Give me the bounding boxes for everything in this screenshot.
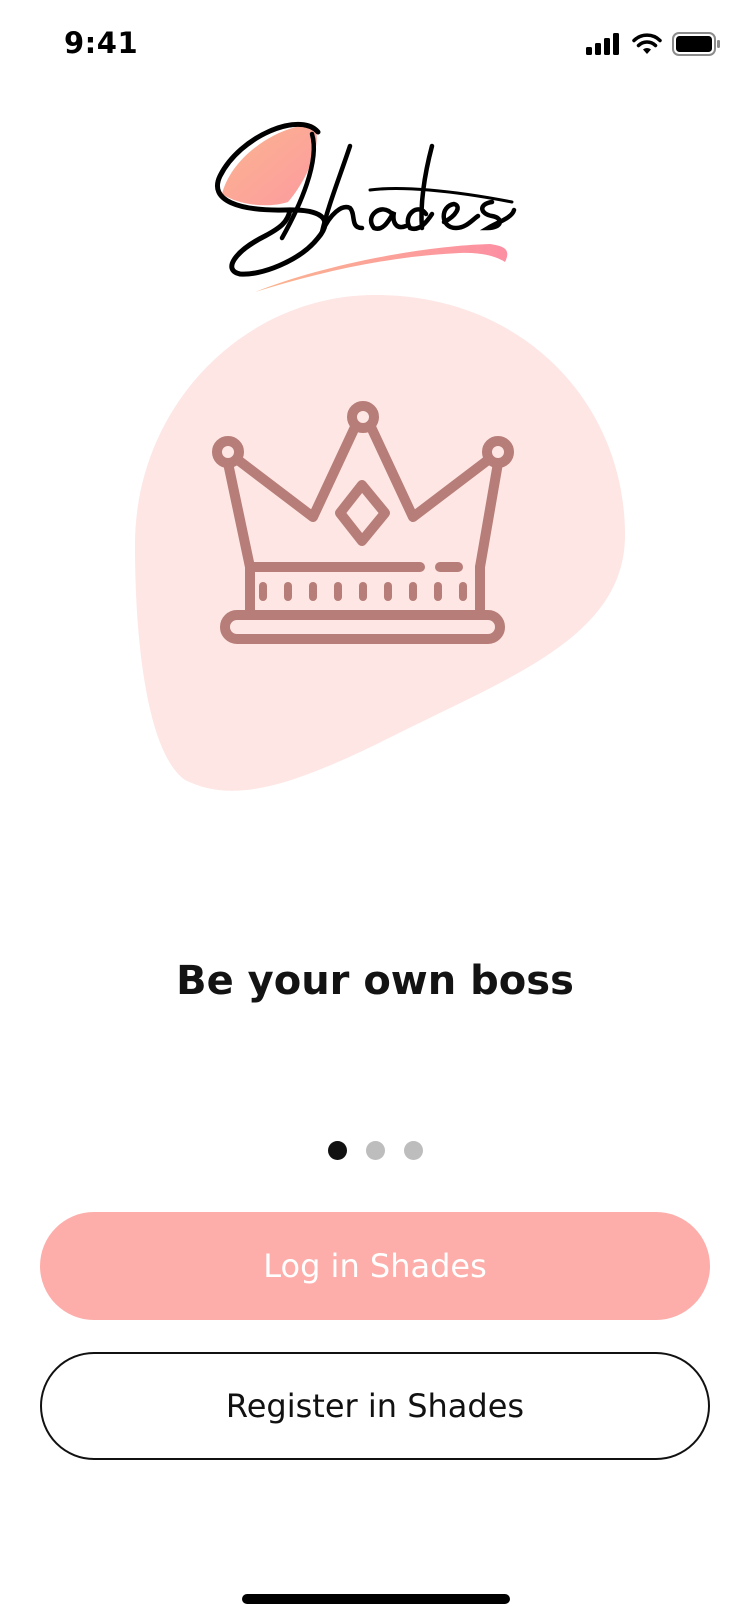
crown-illustration [135,295,625,791]
hero-blob [135,295,625,791]
home-indicator[interactable] [242,1594,510,1604]
page-indicator[interactable] [0,1141,750,1160]
login-button[interactable]: Log in Shades [40,1212,710,1320]
wifi-icon [632,33,662,54]
shades-logo [215,121,517,292]
signal-icon [586,33,619,55]
onboarding-title: Be your own boss [176,958,574,1004]
battery-icon [672,32,720,56]
status-icons [586,32,720,56]
status-time: 9:41 [64,26,139,60]
register-button[interactable]: Register in Shades [40,1352,710,1460]
page-dot-1[interactable] [327,1141,347,1160]
page-dot-3[interactable] [403,1141,423,1160]
status-bar: 9:41 [0,0,750,88]
page-dot-2[interactable] [365,1141,385,1160]
